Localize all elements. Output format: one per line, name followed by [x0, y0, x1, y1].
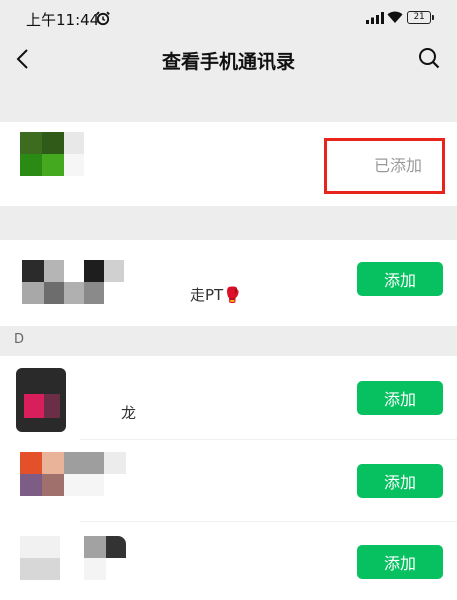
add-contact-button[interactable]: 添加 — [357, 381, 443, 415]
avatar — [16, 452, 128, 498]
search-icon[interactable] — [417, 46, 441, 70]
contact-row: 添加 — [0, 522, 457, 600]
section-letter: D — [14, 332, 25, 347]
boxing-glove-icon: 🥊 — [223, 286, 242, 304]
add-contact-button[interactable]: 添加 — [357, 262, 443, 296]
signal-icon — [366, 12, 384, 24]
contact-name: 龙 — [121, 404, 137, 422]
add-contact-button[interactable]: 添加 — [357, 464, 443, 498]
section-header: D — [0, 326, 457, 356]
status-time: 上午11:44 — [26, 11, 100, 29]
avatar — [16, 536, 128, 582]
contact-row: 添加 — [0, 440, 457, 522]
alarm-clock-icon — [96, 11, 110, 26]
add-contact-button[interactable]: 添加 — [357, 545, 443, 579]
battery-indicator: 21 — [407, 11, 434, 24]
nav-bar: 查看手机通讯录 — [0, 36, 457, 84]
avatar — [16, 132, 86, 192]
contact-row: 龙 添加 — [0, 356, 457, 440]
avatar — [16, 368, 66, 432]
avatar — [16, 260, 126, 304]
page-title: 查看手机通讯录 — [161, 51, 295, 73]
highlight-annotation-box — [324, 138, 445, 194]
contact-row: 走PT🥊 添加 — [0, 240, 457, 326]
contact-name: 走PT🥊 — [190, 286, 242, 304]
wifi-icon — [387, 11, 403, 23]
status-bar: 上午11:44 21 — [0, 0, 457, 36]
